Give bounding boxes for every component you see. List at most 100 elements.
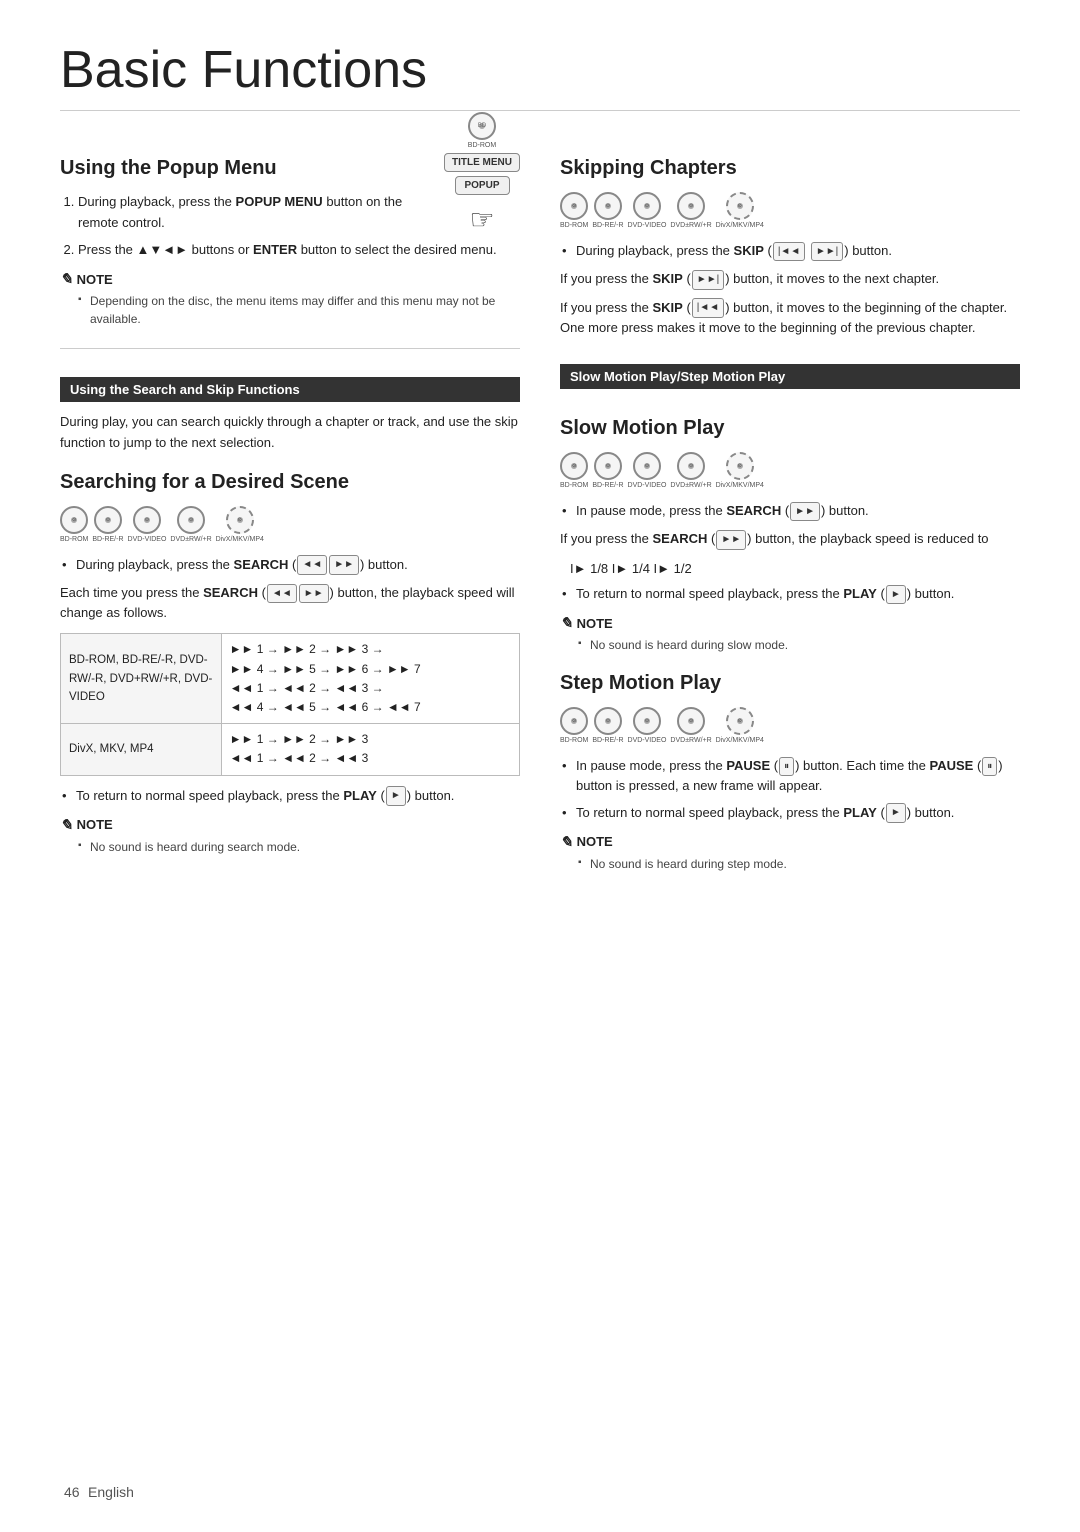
page-footer: 46 English — [60, 1484, 134, 1502]
popup-bold-1: POPUP MENU — [236, 194, 323, 209]
skip-para-1: If you press the SKIP (►►|) button, it m… — [560, 269, 1020, 289]
page-number: 46 — [64, 1484, 80, 1500]
skip-bullet-1: During playback, press the SKIP (|◄◄ ►►|… — [560, 241, 1020, 261]
popup-step-2: Press the ▲▼◄► buttons or ENTER button t… — [78, 240, 520, 261]
slow-motion-header: Slow Motion Play/Step Motion Play — [560, 364, 1020, 389]
skip-para-2: If you press the SKIP (|◄◄) button, it m… — [560, 298, 1020, 338]
slow-return-list: To return to normal speed playback, pres… — [560, 584, 1020, 604]
step-disc-divx: ⊙ DivX/MKV/MP4 — [716, 707, 764, 744]
search-bullet-1: During playback, press the SEARCH (◄◄►►)… — [60, 555, 520, 575]
step-disc-dvd-rw: ⊙ DVD±RW/+R — [670, 707, 711, 744]
slow-disc-bd-rom: ⊙ BD-ROM — [560, 452, 588, 489]
pause-icon: ⏸ — [779, 757, 794, 777]
disc-dvd-rw-r: ⊙ DVD±RW/+R — [170, 506, 211, 543]
step-disc-icons: ⊙ BD-ROM ⊙ BD-RE/-R ⊙ DVD-VIDEO ⊙ DVD±RW… — [560, 707, 1020, 744]
note-icon-2: ✎ — [60, 816, 73, 834]
search-right-btn: ►► — [329, 555, 359, 575]
skip-disc-bd-rom: ⊙ BD-ROM — [560, 192, 588, 229]
step-note: ✎ NOTE No sound is heard during step mod… — [560, 833, 1020, 873]
slow-search-icon: ►► — [790, 502, 820, 522]
divider-1 — [60, 348, 520, 349]
title-menu-button: TITLE MENU — [444, 153, 520, 172]
skip-fwd-icon-2: ►►| — [692, 270, 724, 290]
step-title: Step Motion Play — [560, 672, 1020, 695]
skip-disc-dvd-rw: ⊙ DVD±RW/+R — [670, 192, 711, 229]
search-icon-r: ►► — [299, 584, 329, 604]
search-scene-title: Searching for a Desired Scene — [60, 471, 520, 494]
slow-note-list: No sound is heard during slow mode. — [560, 636, 1020, 654]
search-disc-icons: ⊙ BD-ROM ⊙ BD-RE/-R ⊙ DVD-VIDEO ⊙ DVD±RW… — [60, 506, 520, 543]
search-skip-body: During play, you can search quickly thro… — [60, 412, 520, 452]
slow-disc-icons: ⊙ BD-ROM ⊙ BD-RE/-R ⊙ DVD-VIDEO ⊙ DVD±RW… — [560, 452, 1020, 489]
popup-note-label: ✎ NOTE — [60, 270, 520, 288]
left-column: Using the Popup Menu BD BD-ROM TITLE MEN… — [60, 139, 520, 883]
popup-note-item: Depending on the disc, the menu items ma… — [78, 292, 520, 328]
search-table-row-2: DivX, MKV, MP4 ►► 1 → ►► 2 → ►► 3 ◄◄ 1 →… — [61, 724, 520, 775]
note-icon-4: ✎ — [560, 833, 573, 851]
step-disc-bd-re-r: ⊙ BD-RE/-R — [592, 707, 623, 744]
skip-disc-bd-re-r: ⊙ BD-RE/-R — [592, 192, 623, 229]
search-left-btn: ◄◄ — [297, 555, 327, 575]
bd-rom-disc-icon: BD BD-ROM — [468, 112, 496, 149]
search-note-list: No sound is heard during search mode. — [60, 838, 520, 856]
search-scene-section: Searching for a Desired Scene ⊙ BD-ROM ⊙… — [60, 471, 520, 856]
step-disc-dvd-video: ⊙ DVD-VIDEO — [628, 707, 667, 744]
note-icon: ✎ — [60, 270, 73, 288]
slow-speeds: I► 1/8 I► 1/4 I► 1/2 — [570, 558, 1020, 580]
slow-title: Slow Motion Play — [560, 417, 1020, 440]
slow-disc-dvd-rw: ⊙ DVD±RW/+R — [670, 452, 711, 489]
step-note-list: No sound is heard during step mode. — [560, 855, 1020, 873]
slow-bullet-1: In pause mode, press the SEARCH (►►) but… — [560, 501, 1020, 521]
slow-note-label: ✎ NOTE — [560, 614, 1020, 632]
slow-disc-divx: ⊙ DivX/MKV/MP4 — [716, 452, 764, 489]
slow-note-item: No sound is heard during slow mode. — [578, 636, 1020, 654]
popup-button: POPUP — [455, 176, 510, 195]
search-return-item: To return to normal speed playback, pres… — [60, 786, 520, 806]
slow-note: ✎ NOTE No sound is heard during slow mod… — [560, 614, 1020, 654]
slow-bullets: In pause mode, press the SEARCH (►►) but… — [560, 501, 1020, 521]
popup-menu-section: Using the Popup Menu BD BD-ROM TITLE MEN… — [60, 157, 520, 328]
page-title: Basic Functions — [60, 40, 1020, 111]
search-return-list: To return to normal speed playback, pres… — [60, 786, 520, 806]
search-note-item: No sound is heard during search mode. — [78, 838, 520, 856]
step-motion-section: Step Motion Play ⊙ BD-ROM ⊙ BD-RE/-R ⊙ D… — [560, 672, 1020, 873]
popup-bold-2: ENTER — [253, 242, 297, 257]
slow-disc-dvd-video: ⊙ DVD-VIDEO — [628, 452, 667, 489]
disc-dvd-video: ⊙ DVD-VIDEO — [128, 506, 167, 543]
search-table-row-1: BD-ROM, BD-RE/-R, DVD-RW/-R, DVD+RW/+R, … — [61, 634, 520, 724]
step-disc-bd-rom: ⊙ BD-ROM — [560, 707, 588, 744]
search-speed-table: BD-ROM, BD-RE/-R, DVD-RW/-R, DVD+RW/+R, … — [60, 633, 520, 775]
disc-bd-rom: ⊙ BD-ROM — [60, 506, 88, 543]
skip-back-icon: |◄◄ — [773, 242, 805, 262]
search-skip-header: Using the Search and Skip Functions — [60, 377, 520, 402]
main-content: Using the Popup Menu BD BD-ROM TITLE MEN… — [60, 139, 1020, 883]
skip-title: Skipping Chapters — [560, 157, 1020, 180]
step-note-label: ✎ NOTE — [560, 833, 1020, 851]
skip-disc-dvd-video: ⊙ DVD-VIDEO — [628, 192, 667, 229]
slow-return-item: To return to normal speed playback, pres… — [560, 584, 1020, 604]
hand-icon: ☞ — [469, 203, 494, 236]
skip-chapters-section: Skipping Chapters ⊙ BD-ROM ⊙ BD-RE/-R ⊙ … — [560, 157, 1020, 338]
table-cell-speeds-1: ►► 1 → ►► 2 → ►► 3 → ►► 4 → ►► 5 → ►► 6 … — [221, 634, 519, 724]
search-skip-section: Using the Search and Skip Functions Duri… — [60, 359, 520, 452]
right-column: Skipping Chapters ⊙ BD-ROM ⊙ BD-RE/-R ⊙ … — [560, 139, 1020, 883]
skip-back-icon-2: |◄◄ — [692, 298, 724, 318]
step-play-icon: ► — [886, 803, 906, 823]
step-note-item: No sound is heard during step mode. — [578, 855, 1020, 873]
popup-note: ✎ NOTE Depending on the disc, the menu i… — [60, 270, 520, 328]
search-each-text: Each time you press the SEARCH (◄◄►►) bu… — [60, 583, 520, 623]
slow-search-icon-2: ►► — [716, 530, 746, 550]
pause-icon-2: ⏸ — [982, 757, 997, 777]
play-icon: ► — [386, 786, 406, 806]
slow-play-icon: ► — [886, 585, 906, 605]
skip-fwd-icon: ►►| — [811, 242, 843, 262]
disc-bd-re-r: ⊙ BD-RE/-R — [92, 506, 123, 543]
slow-para-1: If you press the SEARCH (►►) button, the… — [560, 529, 1020, 549]
remote-control-image: BD BD-ROM TITLE MENU POPUP ☞ — [444, 112, 520, 236]
slow-motion-section: Slow Motion Play/Step Motion Play Slow M… — [560, 346, 1020, 654]
table-cell-disc-types-1: BD-ROM, BD-RE/-R, DVD-RW/-R, DVD+RW/+R, … — [61, 634, 222, 724]
note-icon-3: ✎ — [560, 614, 573, 632]
step-bullet-1: In pause mode, press the PAUSE (⏸) butto… — [560, 756, 1020, 796]
slow-disc-bd-re-r: ⊙ BD-RE/-R — [592, 452, 623, 489]
page-lang: English — [88, 1484, 134, 1500]
